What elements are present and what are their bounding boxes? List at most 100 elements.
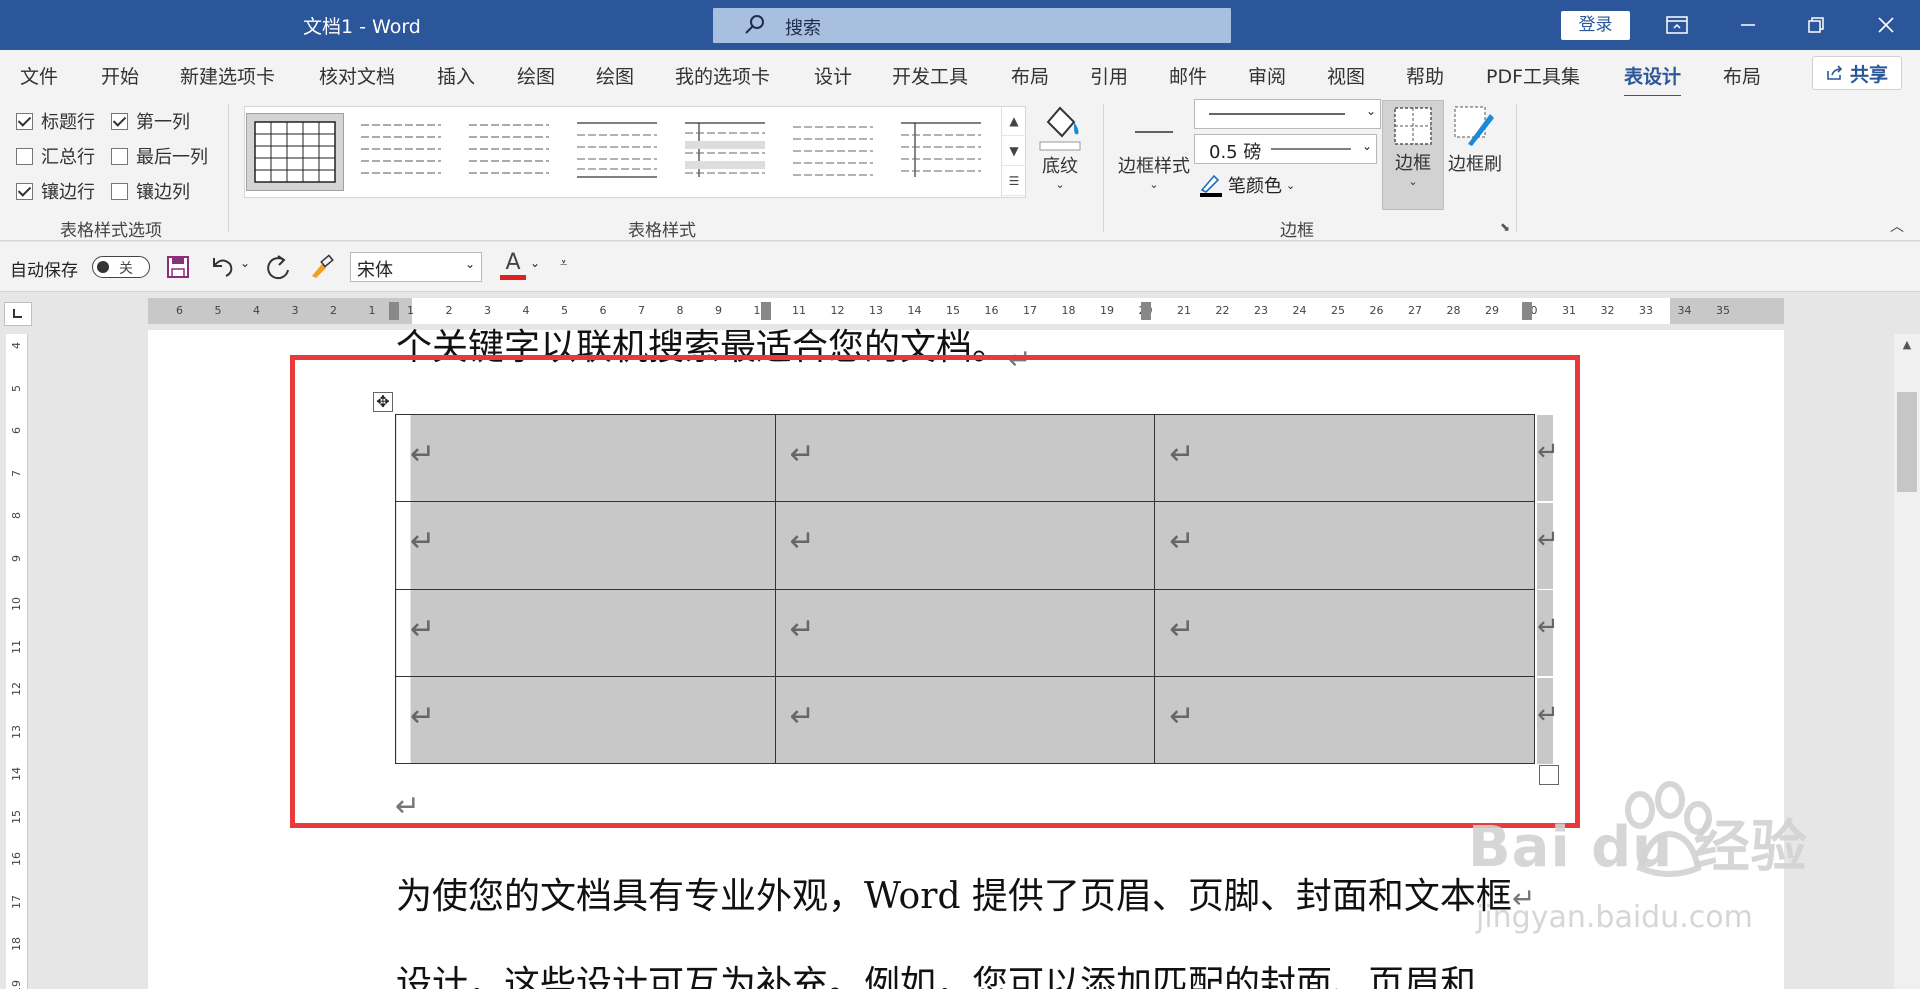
cell-end-mark: ↵	[410, 698, 436, 734]
line-weight-dropdown[interactable]: 0.5 磅 ⌄	[1194, 134, 1377, 164]
tab-view[interactable]: 视图	[1327, 62, 1365, 89]
row-end-mark: ↵	[1537, 502, 1559, 589]
tab-check-document[interactable]: 核对文档	[319, 62, 395, 89]
ruler-right-indent[interactable]	[1522, 302, 1532, 320]
ruler-column-marker[interactable]	[761, 302, 771, 320]
table-cell[interactable]: ↵	[1154, 413, 1535, 503]
tab-pdf-tools[interactable]: PDF工具集	[1486, 62, 1580, 89]
borders-button[interactable]: 边框 ⌄	[1382, 100, 1444, 210]
table-style-plain-4[interactable]	[677, 113, 775, 191]
undo-icon[interactable]	[208, 254, 236, 280]
share-button[interactable]: 共享	[1812, 56, 1902, 90]
gallery-down-button[interactable]: ▼	[1002, 136, 1026, 166]
chevron-down-icon: ⌄	[1149, 178, 1159, 191]
close-button[interactable]	[1856, 0, 1916, 50]
banded-columns-checkbox[interactable]: 镶边列	[111, 178, 190, 204]
autosave-label: 自动保存	[10, 261, 78, 281]
table-style-plain-3[interactable]	[569, 113, 667, 191]
customize-qat-icon[interactable]: ⩡	[560, 256, 567, 271]
ruler-left-indent[interactable]	[389, 302, 399, 320]
table-style-grid[interactable]	[246, 113, 344, 191]
vertical-ruler[interactable]: 4 5 6 7 8 9 10 11 12 13 14 15 16 17 18 19	[6, 334, 28, 989]
font-color-button[interactable]: A	[500, 250, 526, 282]
tab-references[interactable]: 引用	[1090, 62, 1128, 89]
gallery-up-button[interactable]: ▲	[1002, 106, 1026, 136]
tab-home[interactable]: 开始	[101, 62, 139, 89]
vertical-scrollbar[interactable]: ▲	[1894, 334, 1920, 989]
table-cell[interactable]: ↵	[395, 413, 776, 503]
scroll-up-arrow[interactable]: ▲	[1898, 338, 1916, 356]
tab-table-design[interactable]: 表设计	[1624, 62, 1682, 98]
tab-mailings[interactable]: 邮件	[1169, 62, 1207, 89]
font-color-dropdown-icon[interactable]: ⌄	[530, 256, 540, 270]
table-style-plain-6[interactable]	[893, 113, 991, 191]
paragraph-mark-after-table: ↵	[395, 789, 421, 824]
ruler-number: 23	[1254, 304, 1268, 317]
row-end-mark: ↵	[1537, 415, 1559, 501]
minimize-button[interactable]	[1718, 0, 1778, 50]
table-cell[interactable]: ↵	[395, 501, 776, 590]
ruler-number: 11	[10, 639, 23, 654]
ribbon-display-options-button[interactable]	[1647, 0, 1707, 50]
tab-selector[interactable]	[4, 302, 32, 326]
document-table[interactable]: ↵ ↵ ↵ ↵ ↵ ↵ ↵ ↵ ↵ ↵ ↵ ↵ ↵ ↵ ↵ ↵	[395, 413, 1559, 785]
ruler-number: 7	[10, 469, 23, 477]
search-box[interactable]: 搜索	[713, 8, 1231, 43]
tab-help[interactable]: 帮助	[1406, 62, 1444, 89]
table-style-plain-2[interactable]	[461, 113, 559, 191]
tab-my-tab[interactable]: 我的选项卡	[675, 62, 770, 89]
first-column-checkbox[interactable]: 第一列	[111, 108, 190, 134]
ruler-number: 13	[10, 724, 23, 739]
redo-icon[interactable]	[264, 254, 292, 282]
dialog-launcher-icon[interactable]: ⬊	[1500, 220, 1510, 234]
header-row-checkbox[interactable]: 标题行	[16, 108, 95, 134]
table-style-plain-5[interactable]	[785, 113, 883, 191]
horizontal-ruler[interactable]: 6543211234567891011121314151617181920212…	[148, 298, 1784, 324]
banded-rows-check	[16, 182, 33, 200]
scroll-thumb[interactable]	[1897, 392, 1917, 492]
table-style-plain-1[interactable]	[353, 113, 451, 191]
tab-table-layout[interactable]: 布局	[1723, 62, 1761, 89]
tab-developer[interactable]: 开发工具	[892, 62, 968, 89]
border-painter-button[interactable]: 边框刷	[1446, 104, 1504, 176]
table-cell[interactable]: ↵	[774, 675, 1156, 765]
gallery-more-button[interactable]: ☰	[1002, 166, 1026, 196]
table-cell[interactable]: ↵	[774, 501, 1156, 590]
line-style-dropdown[interactable]: ⌄	[1194, 99, 1381, 129]
total-row-checkbox[interactable]: 汇总行	[16, 143, 95, 169]
tab-new-tab[interactable]: 新建选项卡	[180, 62, 275, 89]
border-styles-button[interactable]: 边框样式 ⌄	[1114, 102, 1194, 191]
tab-draw[interactable]: 绘图	[517, 62, 555, 89]
tab-draw-2[interactable]: 绘图	[596, 62, 634, 89]
table-cell[interactable]: ↵	[1154, 588, 1535, 677]
table-cell[interactable]: ↵	[1154, 501, 1535, 590]
last-column-checkbox[interactable]: 最后一列	[111, 143, 208, 169]
pen-color-button[interactable]: 笔颜色 ⌄	[1198, 172, 1295, 198]
collapse-ribbon-icon[interactable]: ︿	[1890, 216, 1904, 236]
group-divider	[1516, 104, 1517, 232]
header-row-check	[16, 112, 33, 130]
table-cell[interactable]: ↵	[1154, 675, 1535, 765]
save-icon[interactable]	[166, 255, 190, 279]
table-cell[interactable]: ↵	[395, 675, 776, 765]
table-grid[interactable]: ↵ ↵ ↵ ↵ ↵ ↵ ↵ ↵ ↵ ↵ ↵ ↵	[395, 413, 1535, 765]
format-painter-icon[interactable]	[308, 254, 336, 280]
login-button[interactable]: 登录	[1561, 11, 1630, 40]
banded-rows-checkbox[interactable]: 镶边行	[16, 178, 95, 204]
tab-file[interactable]: 文件	[20, 62, 58, 89]
restore-button[interactable]	[1786, 0, 1846, 50]
tab-layout[interactable]: 布局	[1011, 62, 1049, 89]
font-name-value: 宋体	[357, 260, 393, 281]
tab-review[interactable]: 审阅	[1248, 62, 1286, 89]
undo-dropdown-icon[interactable]: ⌄	[240, 256, 250, 270]
shading-button[interactable]: 底纹 ⌄	[1034, 102, 1086, 191]
table-cell[interactable]: ↵	[774, 588, 1156, 677]
table-cell[interactable]: ↵	[774, 413, 1156, 503]
font-name-dropdown[interactable]: 宋体 ⌄	[350, 252, 482, 282]
tab-insert[interactable]: 插入	[437, 62, 475, 89]
shading-label: 底纹	[1042, 156, 1078, 177]
ruler-column-marker[interactable]	[1141, 302, 1151, 320]
table-cell[interactable]: ↵	[395, 588, 776, 677]
tab-design[interactable]: 设计	[814, 62, 852, 89]
autosave-toggle[interactable]: 关	[92, 256, 150, 278]
